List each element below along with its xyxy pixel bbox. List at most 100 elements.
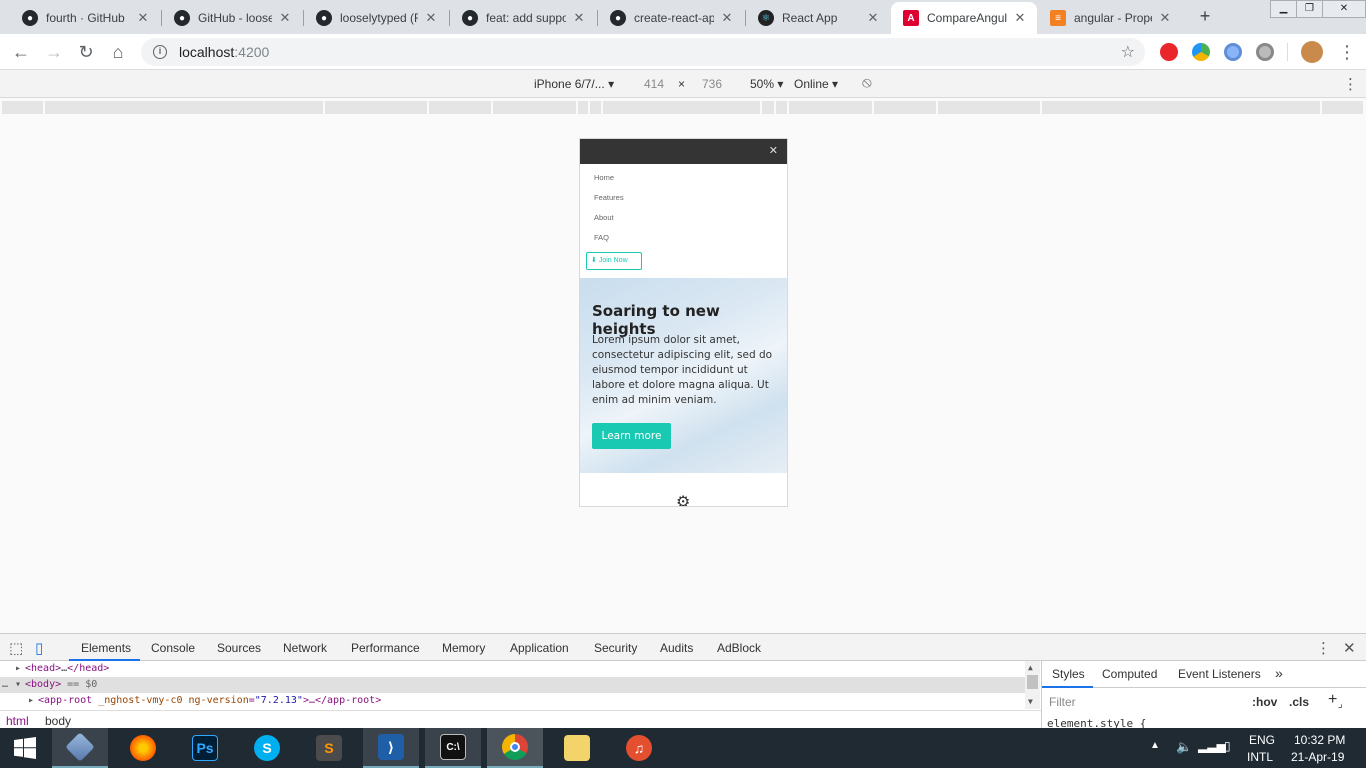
tab-application[interactable]: Application <box>510 641 569 655</box>
keyboard-layout[interactable]: INTL <box>1247 750 1273 764</box>
avatar[interactable] <box>1301 41 1323 63</box>
nav-link-home[interactable]: Home <box>594 171 787 191</box>
inspect-element-icon[interactable]: ⬚ <box>9 639 23 657</box>
network-select[interactable]: Online ▾ <box>794 77 838 91</box>
browser-tab[interactable]: ● GitHub - loose ✕ <box>162 2 302 34</box>
close-devtools-icon[interactable]: ✕ <box>1343 639 1356 657</box>
media-query-segment[interactable] <box>789 101 873 114</box>
browser-tab[interactable]: ● looselytyped (R ✕ <box>304 2 448 34</box>
media-query-segment[interactable] <box>1042 101 1321 114</box>
media-query-segment[interactable] <box>45 101 324 114</box>
reload-icon[interactable]: ↻ <box>75 41 97 63</box>
tab-styles[interactable]: Styles <box>1052 667 1085 681</box>
scroll-down-icon[interactable]: ▼ <box>1028 697 1033 706</box>
network-icon[interactable]: ▂▃▅ <box>1198 739 1226 753</box>
breadcrumb-html[interactable]: html <box>6 714 29 728</box>
close-icon[interactable]: ✕ <box>278 10 292 26</box>
media-query-segment[interactable] <box>1322 101 1364 114</box>
more-tabs-icon[interactable]: » <box>1275 665 1283 681</box>
zoom-select[interactable]: 50% ▾ <box>750 77 783 91</box>
taskbar-app-skype[interactable]: S <box>239 728 295 768</box>
device-select[interactable]: iPhone 6/7/... ▾ <box>534 77 614 91</box>
taskbar-app-photoshop[interactable]: Ps <box>177 728 233 768</box>
dom-scrollbar[interactable]: ▲ ▼ <box>1025 661 1040 709</box>
browser-tab[interactable]: ● feat: add suppo ✕ <box>450 2 596 34</box>
join-now-button[interactable]: ⬇ Join Now <box>586 252 642 270</box>
taskbar-app-explorer[interactable] <box>549 728 605 768</box>
scroll-up-icon[interactable]: ▲ <box>1028 663 1033 672</box>
learn-more-button[interactable]: Learn more <box>592 423 671 449</box>
rotate-icon[interactable]: ⦸ <box>862 74 872 91</box>
close-icon[interactable]: ✕ <box>136 10 150 26</box>
media-query-segment[interactable] <box>762 101 775 114</box>
media-query-segment[interactable] <box>429 101 492 114</box>
extension-icon[interactable] <box>1192 43 1210 61</box>
media-query-segment[interactable] <box>874 101 937 114</box>
media-query-segment[interactable] <box>2 101 44 114</box>
new-tab-button[interactable]: + <box>1196 7 1214 26</box>
address-bar[interactable]: i localhost:4200 ☆ <box>141 38 1145 66</box>
clock-time[interactable]: 10:32 PM <box>1294 733 1345 747</box>
tab-adblock[interactable]: AdBlock <box>717 641 761 655</box>
extension-icon[interactable] <box>1224 43 1242 61</box>
info-icon[interactable]: i <box>153 45 167 59</box>
close-icon[interactable]: ✕ <box>720 10 734 26</box>
tab-computed[interactable]: Computed <box>1102 667 1157 681</box>
browser-tab[interactable]: ⚛ React App ✕ <box>746 2 890 34</box>
element-classes-icon[interactable]: ⌟ <box>1338 699 1343 710</box>
collapse-triangle-icon[interactable]: ▾ <box>15 677 21 693</box>
start-button[interactable] <box>0 728 50 768</box>
close-icon[interactable]: ✕ <box>1158 10 1172 26</box>
language-indicator[interactable]: ENG <box>1249 733 1275 747</box>
taskbar-app-music[interactable]: ♫ <box>611 728 667 768</box>
forward-icon[interactable]: → <box>43 41 65 63</box>
tab-network[interactable]: Network <box>283 641 327 655</box>
tab-security[interactable]: Security <box>594 641 637 655</box>
browser-tab[interactable]: ● create-react-ap ✕ <box>598 2 744 34</box>
expand-triangle-icon[interactable]: ▸ <box>28 693 34 709</box>
back-icon[interactable]: ← <box>10 41 32 63</box>
expand-triangle-icon[interactable]: ▸ <box>15 661 21 677</box>
maximize-button[interactable]: ❐ <box>1296 0 1323 18</box>
tab-audits[interactable]: Audits <box>660 641 693 655</box>
tab-elements[interactable]: Elements <box>81 641 131 655</box>
media-query-segment[interactable] <box>603 101 761 114</box>
styles-filter-input[interactable]: Filter <box>1049 695 1076 709</box>
dom-node-head[interactable]: ▸ <head>…</head> <box>0 661 1025 677</box>
close-icon[interactable]: ✕ <box>572 10 586 26</box>
media-query-segment[interactable] <box>776 101 788 114</box>
media-query-segment[interactable] <box>493 101 577 114</box>
browser-tab[interactable]: ● fourth · GitHub ✕ <box>10 2 160 34</box>
tab-sources[interactable]: Sources <box>217 641 261 655</box>
cls-toggle[interactable]: .cls <box>1289 695 1309 709</box>
show-hidden-icons-icon[interactable]: ▲ <box>1150 740 1160 751</box>
volume-icon[interactable]: 🔈 <box>1176 739 1192 755</box>
taskbar-app-terminal[interactable]: C:\ <box>425 728 481 768</box>
breadcrumb-body[interactable]: body <box>45 714 71 728</box>
clock-date[interactable]: 21-Apr-19 <box>1291 750 1344 764</box>
taskbar-app-sublime[interactable]: S <box>301 728 357 768</box>
close-icon[interactable]: ✕ <box>424 10 438 26</box>
bookmark-star-icon[interactable]: ☆ <box>1121 42 1135 62</box>
browser-tab[interactable]: ≡ angular - Prope ✕ <box>1038 2 1182 34</box>
close-icon[interactable]: ✕ <box>866 10 880 26</box>
extension-icon[interactable] <box>1256 43 1274 61</box>
dom-node-app-root[interactable]: ▸ <app-root _nghost-vmy-c0 ng-version="7… <box>0 693 1025 709</box>
width-input[interactable]: 414 <box>644 77 664 91</box>
tab-memory[interactable]: Memory <box>442 641 485 655</box>
minimize-button[interactable]: ▁ <box>1270 0 1297 18</box>
device-toggle-icon[interactable]: ▯ <box>35 639 43 657</box>
adblock-extension-icon[interactable] <box>1160 43 1178 61</box>
taskbar-app-firefox[interactable] <box>115 728 171 768</box>
home-icon[interactable]: ⌂ <box>107 41 129 63</box>
media-query-segment[interactable] <box>325 101 428 114</box>
media-query-segment[interactable] <box>938 101 1041 114</box>
device-menu-kebab-icon[interactable]: ⋮ <box>1343 75 1358 93</box>
media-query-segment[interactable] <box>578 101 589 114</box>
browser-tab-active[interactable]: A CompareAngul ✕ <box>891 2 1037 34</box>
scroll-thumb[interactable] <box>1027 675 1038 689</box>
hov-toggle[interactable]: :hov <box>1252 695 1277 709</box>
new-style-rule-icon[interactable]: + <box>1328 691 1337 709</box>
nav-link-faq[interactable]: FAQ <box>594 231 787 251</box>
tab-performance[interactable]: Performance <box>351 641 420 655</box>
